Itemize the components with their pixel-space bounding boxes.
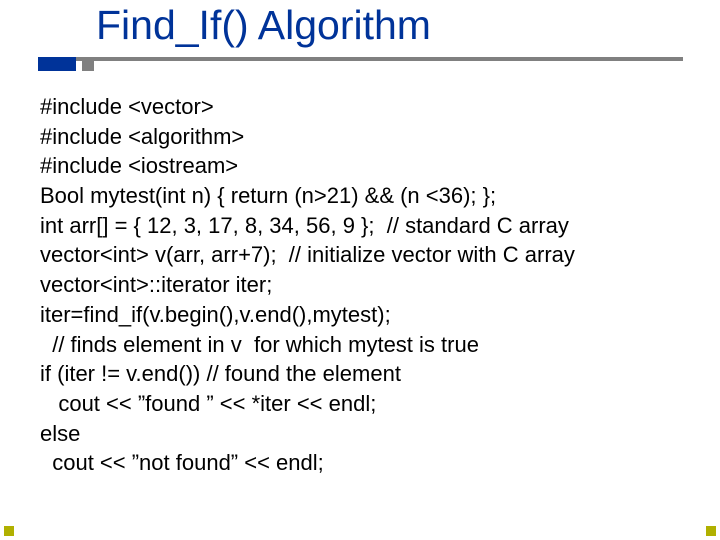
code-line: #include <algorithm> <box>40 122 700 152</box>
code-line: #include <vector> <box>40 92 700 122</box>
code-line: if (iter != v.end()) // found the elemen… <box>40 359 700 389</box>
slide: Find_If() Algorithm #include <vector> #i… <box>0 0 720 540</box>
code-line: int arr[] = { 12, 3, 17, 8, 34, 56, 9 };… <box>40 211 700 241</box>
code-line: #include <iostream> <box>40 151 700 181</box>
code-line: vector<int>::iterator iter; <box>40 270 700 300</box>
code-line: // finds element in v for which mytest i… <box>40 330 700 360</box>
code-body: #include <vector> #include <algorithm> #… <box>40 92 700 478</box>
slide-title: Find_If() Algorithm <box>38 0 700 49</box>
corner-square-icon <box>706 526 716 536</box>
code-line: vector<int> v(arr, arr+7); // initialize… <box>40 240 700 270</box>
title-underline <box>38 57 683 61</box>
code-line: Bool mytest(int n) { return (n>21) && (n… <box>40 181 700 211</box>
code-line: else <box>40 419 700 449</box>
code-line: cout << ”found ” << *iter << endl; <box>40 389 700 419</box>
title-accent-block <box>38 57 76 71</box>
code-line: cout << ”not found” << endl; <box>40 448 700 478</box>
code-line: iter=find_if(v.begin(),v.end(),mytest); <box>40 300 700 330</box>
title-area: Find_If() Algorithm <box>38 0 700 49</box>
corner-square-icon <box>4 526 14 536</box>
title-accent-block-2 <box>82 61 94 71</box>
